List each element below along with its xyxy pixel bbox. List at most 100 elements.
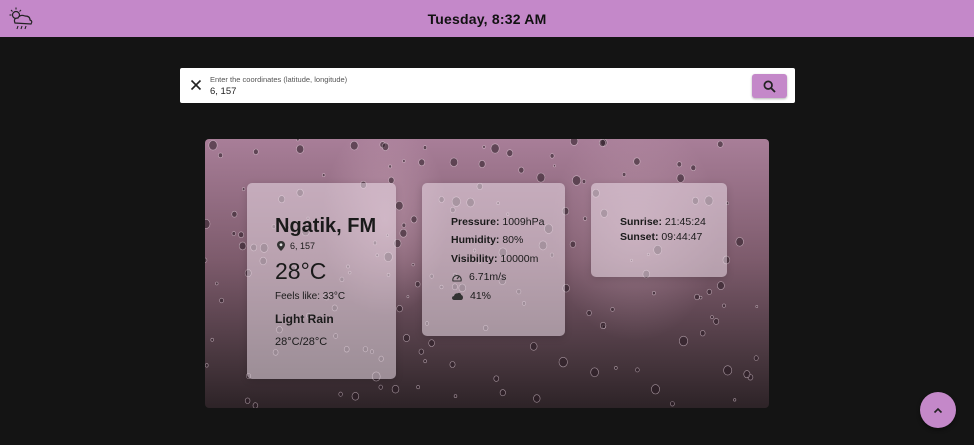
rain-drop: [241, 187, 246, 191]
visibility-row: Visibility: 10000m: [451, 253, 538, 265]
coordinates-search-bar: Enter the coordinates (latitude, longitu…: [180, 68, 795, 103]
rain-drop: [717, 140, 724, 148]
pressure-row: Pressure: 1009hPa: [451, 216, 544, 228]
rain-drop: [735, 237, 744, 247]
rain-drop: [572, 175, 582, 186]
scroll-to-top-button[interactable]: [920, 392, 956, 428]
rain-drop: [322, 173, 326, 177]
rain-drop: [423, 359, 427, 364]
search-input-label: Enter the coordinates (latitude, longitu…: [210, 75, 348, 84]
rain-drop: [416, 385, 420, 390]
rain-drop: [218, 152, 223, 158]
rain-drop: [215, 281, 219, 286]
details-card: Pressure: 1009hPa Humidity: 80% Visibili…: [422, 183, 565, 336]
rain-drop: [558, 357, 568, 368]
search-button[interactable]: [752, 74, 787, 98]
rain-drop: [755, 305, 759, 309]
rain-drop: [586, 310, 592, 317]
rain-drop: [581, 179, 587, 184]
rain-drop: [449, 361, 456, 368]
rain-drop: [723, 365, 733, 376]
rain-drop: [490, 143, 500, 154]
rain-drop: [499, 389, 506, 397]
rain-drop: [717, 281, 725, 290]
rain-drop: [743, 370, 751, 379]
humidity-row: Humidity: 80%: [451, 234, 523, 246]
rain-drop: [205, 257, 208, 263]
rain-drop: [205, 219, 211, 229]
wind-gauge-icon: [452, 274, 462, 282]
sun-card: Sunrise: 21:45:24 Sunset: 09:44:47: [591, 183, 727, 277]
rain-drop: [706, 288, 712, 295]
rain-drop: [415, 281, 421, 288]
rain-drop: [753, 355, 759, 361]
rain-drop: [350, 140, 359, 151]
rain-drop: [482, 145, 486, 149]
location-pin-icon: [277, 241, 285, 251]
rain-drop: [231, 210, 238, 218]
cloud-icon: [452, 292, 463, 300]
rain-drop: [633, 157, 641, 166]
rain-drop: [694, 293, 700, 301]
humidity-value: 80%: [499, 234, 524, 246]
visibility-value: 10000m: [497, 253, 539, 265]
sunrise-row: Sunrise: 21:45:24: [620, 216, 706, 228]
visibility-label: Visibility:: [451, 253, 498, 265]
rain-drop: [449, 157, 458, 167]
rain-drop: [610, 307, 615, 312]
rain-drop: [530, 342, 538, 351]
feels-like: Feels like: 33°C: [275, 291, 346, 302]
rain-drop: [518, 166, 525, 174]
rain-drop: [338, 391, 343, 397]
rain-drop: [208, 140, 218, 151]
rain-drop: [676, 173, 685, 183]
rain-drop: [699, 295, 703, 300]
rain-drop: [231, 231, 236, 236]
rain-drop: [205, 363, 209, 368]
wind-speed: 6.71m/s: [469, 271, 507, 283]
rain-drop: [244, 397, 251, 404]
rain-drop: [401, 222, 407, 228]
rain-drop: [453, 394, 458, 399]
rain-drop: [423, 145, 428, 150]
rain-drop: [536, 172, 546, 183]
rain-drop: [700, 330, 706, 337]
weather-background-image: Ngatik, FM 6, 157 28°C Feels like: 33°C …: [205, 139, 769, 408]
rain-drop: [219, 297, 224, 304]
rain-drop: [713, 318, 720, 325]
sunrise-value: 21:45:24: [662, 216, 706, 228]
rainy-cloud-sun-icon: [9, 7, 33, 30]
rain-drop: [388, 164, 392, 169]
rain-drop: [252, 402, 259, 408]
rain-drop: [652, 291, 656, 296]
rain-drop: [210, 337, 214, 342]
rain-drop: [570, 139, 579, 146]
rain-drop: [378, 384, 383, 390]
rain-drop: [590, 367, 599, 378]
location-card: Ngatik, FM 6, 157 28°C Feels like: 33°C …: [247, 183, 396, 379]
rain-drop: [598, 139, 606, 147]
chevron-up-icon: [933, 407, 943, 413]
temperature-range: 28°C/28°C: [275, 336, 328, 348]
rain-drop: [676, 161, 682, 168]
rain-drop: [253, 148, 259, 155]
humidity-label: Humidity:: [451, 234, 500, 246]
city-name: Ngatik, FM: [275, 215, 377, 237]
rain-drop: [411, 262, 415, 267]
rain-drop: [428, 339, 435, 347]
rain-drop: [651, 384, 660, 395]
rain-drop: [410, 215, 418, 224]
rain-drop: [678, 335, 688, 347]
rain-drop: [614, 365, 618, 370]
sunset-label: Sunset:: [620, 231, 659, 243]
close-icon[interactable]: [190, 79, 202, 91]
rain-drop: [418, 348, 424, 355]
coordinates-display: 6, 157: [277, 241, 315, 251]
rain-drop: [722, 303, 726, 308]
rain-drop: [399, 228, 408, 238]
rain-drop: [583, 216, 588, 221]
wind-row: 6.71m/s: [452, 271, 506, 283]
rain-drop: [238, 231, 244, 238]
rain-drop: [478, 160, 486, 168]
coordinates-input[interactable]: [210, 86, 710, 97]
